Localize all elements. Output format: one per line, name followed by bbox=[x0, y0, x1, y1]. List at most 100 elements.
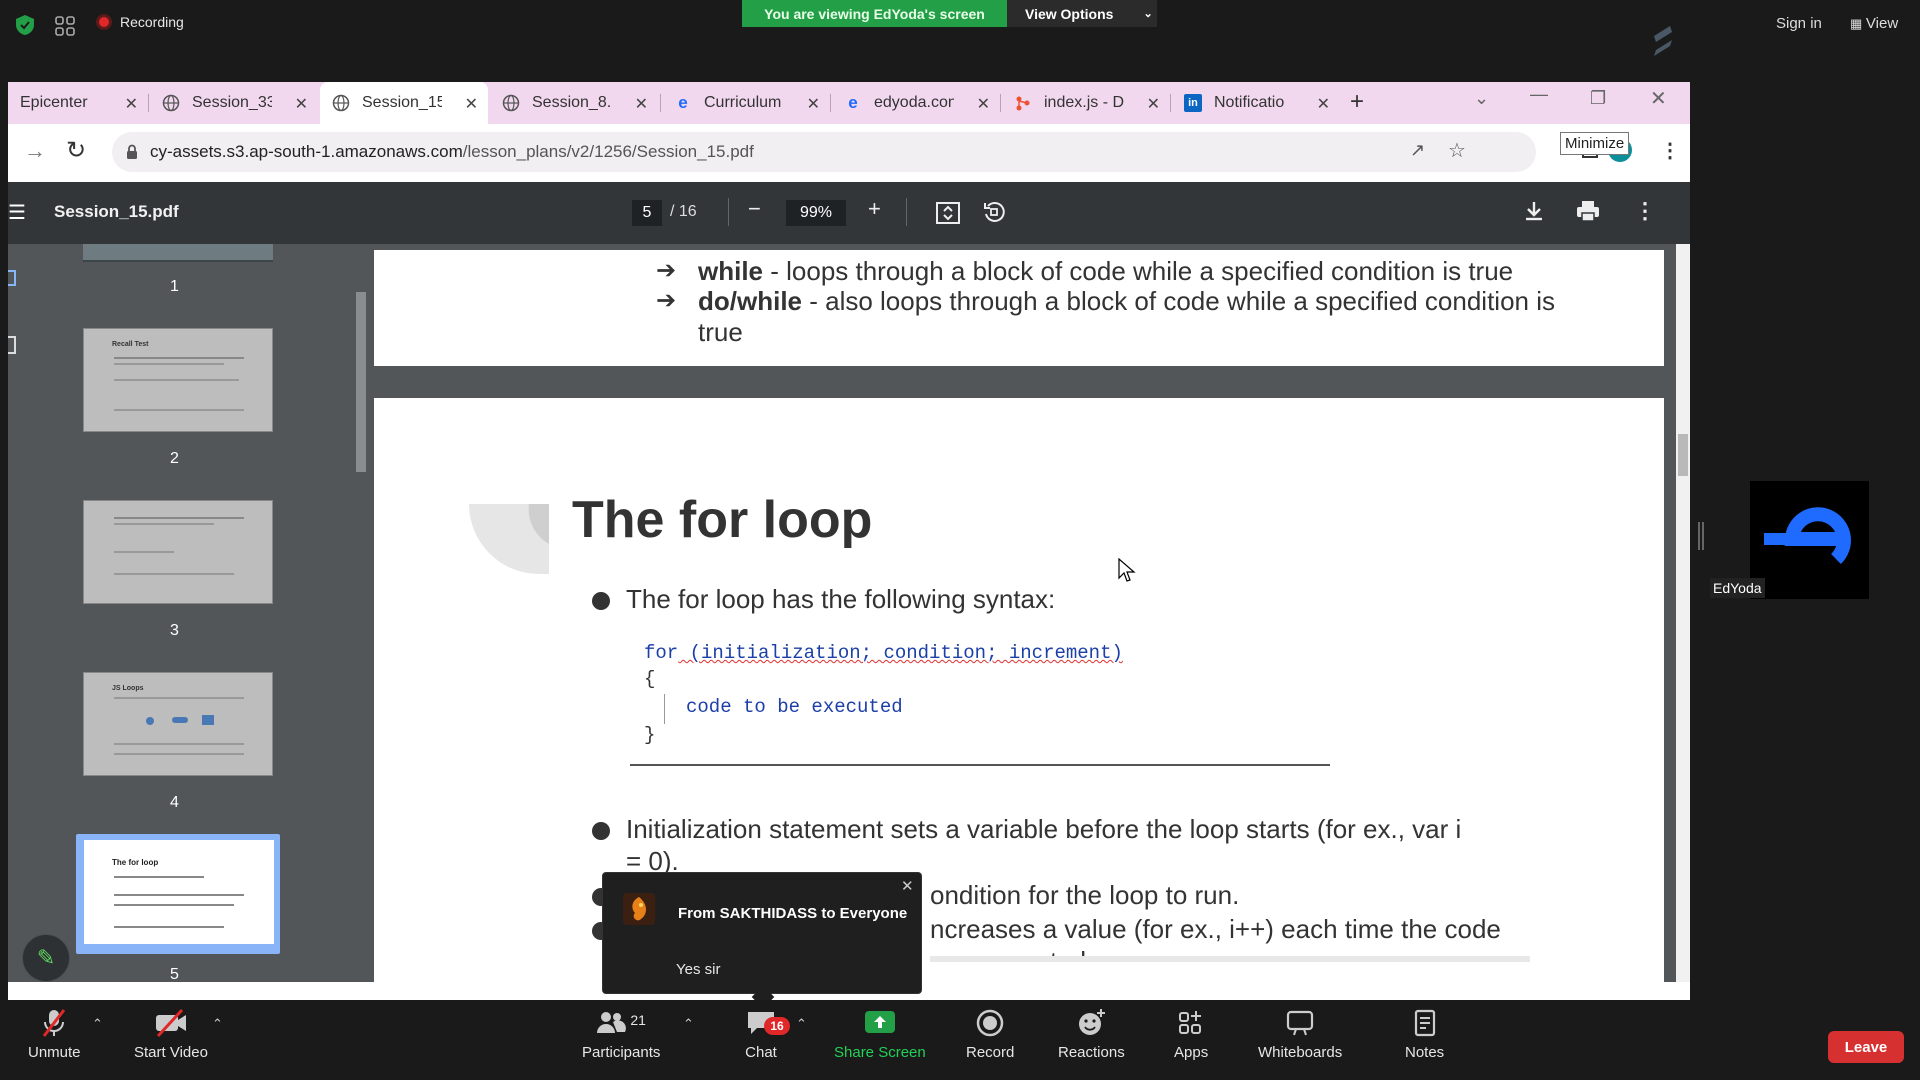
chat-options-chevron-icon[interactable]: ⌃ bbox=[796, 1016, 807, 1032]
tab-session-8[interactable]: Session_8.p ✕ bbox=[490, 82, 658, 124]
chat-label: Chat bbox=[745, 1044, 777, 1061]
tab-notifications[interactable]: in Notificatio ✕ bbox=[1172, 82, 1340, 124]
apps-button[interactable]: Apps bbox=[1174, 1008, 1208, 1061]
tab-curriculum[interactable]: e Curriculum ✕ bbox=[662, 82, 830, 124]
thumbnail-text-line bbox=[114, 743, 244, 745]
tab-epicenter[interactable]: Epicenter ✕ bbox=[8, 82, 148, 124]
tab-session-15[interactable]: Session_15 ✕ bbox=[320, 82, 488, 124]
record-dot-icon bbox=[96, 14, 112, 30]
bullet-increment: ncreases a value (for ex., i++) each tim… bbox=[930, 914, 1501, 944]
sidebar-scroll-thumb[interactable] bbox=[356, 292, 366, 472]
do-while-text-cont: true bbox=[698, 317, 743, 347]
kebab-menu-icon[interactable]: ⋮ bbox=[1660, 138, 1680, 163]
leave-button[interactable]: Leave bbox=[1828, 1031, 1904, 1063]
participants-button[interactable]: 21 Participants bbox=[582, 1008, 660, 1061]
participants-icon bbox=[597, 1012, 627, 1033]
participants-options-chevron-icon[interactable]: ⌃ bbox=[683, 1016, 694, 1032]
tab-label: index.js - D bbox=[1044, 94, 1124, 111]
more-options-icon[interactable]: ⋮ bbox=[1634, 198, 1656, 224]
view-options-button[interactable]: View Options ⌄ bbox=[1007, 0, 1157, 27]
edyoda-icon: e bbox=[678, 93, 688, 112]
grid-icon[interactable] bbox=[54, 15, 76, 37]
download-icon[interactable] bbox=[1524, 200, 1544, 222]
shield-icon[interactable] bbox=[14, 14, 36, 36]
url-path: /lesson_plans/v2/1256/Session_15.pdf bbox=[462, 142, 754, 161]
thumbnail-page-1[interactable] bbox=[83, 244, 273, 262]
main-scroll-thumb[interactable] bbox=[1678, 434, 1688, 476]
tab-index-js[interactable]: index.js - D ✕ bbox=[1002, 82, 1170, 124]
notes-button[interactable]: Notes bbox=[1405, 1008, 1444, 1061]
thumbnail-title: Recall Test bbox=[112, 341, 149, 348]
participant-video-edyoda[interactable] bbox=[1750, 481, 1869, 599]
thumbnail-label: 5 bbox=[170, 966, 179, 983]
participants-count: 21 bbox=[630, 1012, 646, 1028]
thumbnail-page-3[interactable] bbox=[83, 500, 273, 604]
close-icon[interactable]: ✕ bbox=[1317, 94, 1330, 114]
close-window-icon[interactable]: ✕ bbox=[1650, 86, 1667, 111]
rotate-icon[interactable] bbox=[982, 200, 1006, 224]
record-icon bbox=[976, 1009, 1004, 1037]
close-icon[interactable]: ✕ bbox=[295, 94, 308, 114]
close-icon[interactable]: ✕ bbox=[807, 94, 820, 114]
thumbnail-page-5[interactable]: The for loop bbox=[84, 840, 274, 944]
zoom-out-icon[interactable]: − bbox=[748, 196, 761, 222]
zoom-in-icon[interactable]: + bbox=[868, 196, 881, 222]
main-scrollbar[interactable] bbox=[1676, 244, 1690, 982]
tab-session-33[interactable]: Session_33 ✕ bbox=[150, 82, 318, 124]
view-button[interactable]: ▦ View bbox=[1850, 15, 1898, 32]
unmute-button[interactable]: Unmute bbox=[28, 1008, 81, 1061]
audio-options-chevron-icon[interactable]: ⌃ bbox=[92, 1016, 103, 1032]
thumbnail-text-line bbox=[114, 926, 224, 928]
zoom-control-bar: Unmute ⌃ Start Video ⌃ 21 Participants ⌃… bbox=[0, 1000, 1920, 1080]
close-icon[interactable]: ✕ bbox=[1147, 94, 1160, 114]
hamburger-menu-icon[interactable]: ☰ bbox=[8, 200, 26, 225]
annotate-pen-icon[interactable]: ✎ bbox=[22, 934, 70, 982]
page-number-input[interactable]: 5 bbox=[632, 200, 662, 226]
bookmark-star-icon[interactable]: ☆ bbox=[1448, 138, 1466, 163]
record-button[interactable]: Record bbox=[966, 1008, 1014, 1061]
video-options-chevron-icon[interactable]: ⌃ bbox=[212, 1016, 223, 1032]
close-icon[interactable]: ✕ bbox=[977, 94, 990, 114]
outline-tab-icon[interactable] bbox=[8, 336, 16, 354]
close-icon[interactable]: ✕ bbox=[125, 94, 138, 114]
start-video-button[interactable]: Start Video bbox=[134, 1008, 208, 1061]
tab-search-icon[interactable]: ⌄ bbox=[1474, 88, 1489, 109]
fit-page-icon[interactable] bbox=[935, 201, 961, 225]
url-field[interactable]: cy-assets.s3.ap-south-1.amazonaws.com/le… bbox=[112, 132, 1536, 172]
tab-label: Session_33 bbox=[192, 94, 272, 111]
close-icon[interactable]: ✕ bbox=[901, 877, 914, 895]
reload-icon[interactable]: ↻ bbox=[66, 136, 86, 165]
close-icon[interactable]: ✕ bbox=[465, 94, 478, 114]
keyword-do-while: do/while bbox=[698, 286, 802, 316]
layout-icon: ▦ bbox=[1850, 16, 1866, 31]
share-icon[interactable]: ↗ bbox=[1410, 140, 1425, 161]
thumbnail-page-4[interactable]: JS Loops bbox=[83, 672, 273, 776]
thumbnail-label: 4 bbox=[170, 794, 179, 811]
close-icon[interactable]: ✕ bbox=[635, 94, 648, 114]
pdf-toolbar: ☰ Session_15.pdf 5 / 16 − 99% + ⋮ bbox=[8, 182, 1690, 244]
tab-label: Session_15 bbox=[362, 94, 442, 111]
forward-icon[interactable]: → bbox=[24, 138, 46, 164]
new-tab-icon[interactable]: + bbox=[1350, 88, 1364, 116]
thumbnail-page-2[interactable]: Recall Test bbox=[83, 328, 273, 432]
thumbnails-tab-icon[interactable] bbox=[8, 270, 16, 286]
sign-in-link[interactable]: Sign in bbox=[1776, 15, 1822, 32]
share-screen-button[interactable]: Share Screen bbox=[834, 1008, 926, 1061]
viewing-banner: You are viewing EdYoda's screen bbox=[742, 0, 1007, 27]
thumbnail-text-line bbox=[114, 357, 244, 359]
minimize-icon[interactable]: — bbox=[1530, 84, 1548, 105]
recording-indicator[interactable]: Recording bbox=[96, 14, 184, 30]
chat-notification[interactable]: ✕ From SAKTHIDASS to Everyone Yes sir bbox=[602, 872, 922, 1009]
reactions-button[interactable]: Reactions bbox=[1058, 1008, 1125, 1061]
tab-edyoda[interactable]: e edyoda.con ✕ bbox=[832, 82, 1000, 124]
gallery-resize-handle[interactable] bbox=[1698, 522, 1704, 550]
whiteboards-button[interactable]: Whiteboards bbox=[1258, 1008, 1342, 1061]
lock-icon[interactable] bbox=[126, 144, 138, 160]
code-divider bbox=[630, 764, 1330, 766]
minimize-tooltip: Minimize bbox=[1560, 132, 1630, 155]
print-icon[interactable] bbox=[1576, 200, 1600, 222]
zoom-level-input[interactable]: 99% bbox=[786, 200, 846, 226]
restore-icon[interactable]: ❐ bbox=[1590, 88, 1606, 109]
globe-icon bbox=[332, 94, 350, 112]
thumbnail-title: The for loop bbox=[112, 858, 159, 867]
